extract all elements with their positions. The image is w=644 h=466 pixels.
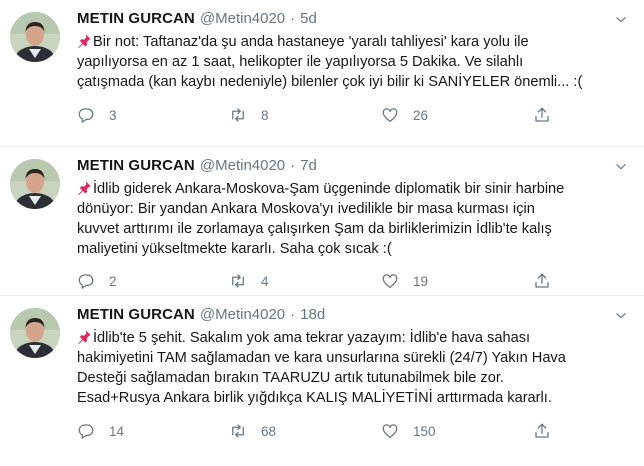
- pushpin-icon: [78, 330, 91, 344]
- tweet-text-line-content: Bir not: Taftanaz'da şu anda hastaneye '…: [93, 34, 529, 50]
- chevron-down-icon[interactable]: [614, 160, 628, 174]
- tweet[interactable]: METIN GURCAN @Metin4020 · 5d Bir not: Ta…: [0, 0, 644, 147]
- tweet-text-line-content: İdlib giderek Ankara-Moskova-Şam üçgenin…: [93, 181, 565, 197]
- tweet-text-line: yapılıyorsa en az 1 saat, helikopter ile…: [77, 54, 524, 70]
- tweet[interactable]: METIN GURCAN @Metin4020 · 7d İdlib gider…: [0, 147, 644, 296]
- share-icon: [535, 273, 549, 288]
- retweet-button[interactable]: 68: [229, 422, 381, 440]
- pushpin-icon: [78, 34, 91, 48]
- like-button[interactable]: 26: [381, 106, 533, 124]
- like-button[interactable]: 150: [381, 422, 533, 440]
- author-name[interactable]: METIN GURCAN: [77, 305, 195, 325]
- chevron-down-icon[interactable]: [614, 309, 628, 323]
- tweet-timestamp[interactable]: 7d: [300, 156, 317, 176]
- avatar[interactable]: [10, 159, 60, 209]
- reply-count: 3: [109, 107, 117, 123]
- tweet-text: İdlib giderek Ankara-Moskova-Şam üçgenin…: [77, 179, 630, 259]
- avatar[interactable]: [10, 308, 60, 358]
- author-handle[interactable]: @Metin4020: [200, 9, 285, 29]
- retweet-count: 8: [261, 107, 269, 123]
- tweet-text-line: çatışmada (kan kaybı nedeniyle) bilenler…: [77, 74, 583, 90]
- reply-icon: [78, 108, 94, 123]
- author-handle[interactable]: @Metin4020: [200, 305, 285, 325]
- like-count: 19: [413, 273, 429, 289]
- header-separator: ·: [290, 306, 296, 323]
- tweet-text-line: kuvvet arttırımı ile zorlamaya çalışırke…: [77, 221, 552, 237]
- reply-button[interactable]: 14: [77, 422, 229, 440]
- avatar-image: [10, 159, 60, 209]
- share-button[interactable]: [533, 422, 573, 440]
- reply-button[interactable]: 3: [77, 106, 229, 124]
- tweet-text-line: Bir not: Taftanaz'da şu anda hastaneye '…: [77, 32, 630, 52]
- avatar-image: [10, 308, 60, 358]
- retweet-button[interactable]: 4: [229, 272, 381, 290]
- tweet-text-line: İdlib giderek Ankara-Moskova-Şam üçgenin…: [77, 179, 630, 199]
- share-button[interactable]: [533, 272, 573, 290]
- reply-icon: [78, 424, 94, 439]
- author-name[interactable]: METIN GURCAN: [77, 156, 195, 176]
- share-icon: [535, 423, 549, 438]
- tweet-text-line: Esad+Rusya Ankara birlik yığdıkça KALIŞ …: [77, 390, 552, 406]
- tweet-header: METIN GURCAN @Metin4020 · 5d: [77, 9, 630, 29]
- tweet-timestamp[interactable]: 18d: [300, 305, 325, 325]
- tweet-text-line: hakimiyetini TAM sağlamadan ve kara unsu…: [77, 350, 566, 366]
- reply-button[interactable]: 2: [77, 272, 229, 290]
- header-separator: ·: [290, 157, 296, 174]
- pushpin-icon: [78, 181, 91, 195]
- tweet-actions: 3 8 26: [77, 106, 573, 124]
- reply-icon: [78, 274, 94, 289]
- retweet-count: 68: [261, 423, 277, 439]
- tweet-text-line: dönüyor: Bir yandan Ankara Moskova'yı iv…: [77, 201, 535, 217]
- avatar[interactable]: [10, 12, 60, 62]
- retweet-count: 4: [261, 273, 269, 289]
- share-icon: [535, 107, 549, 122]
- like-count: 26: [413, 107, 429, 123]
- author-handle[interactable]: @Metin4020: [200, 156, 285, 176]
- retweet-icon: [232, 424, 244, 438]
- tweet-text-line-content: İdlib'te 5 şehit. Sakalım yok ama tekrar…: [93, 330, 531, 346]
- share-button[interactable]: [533, 106, 573, 124]
- tweet-timestamp[interactable]: 5d: [300, 9, 317, 29]
- header-separator: ·: [290, 10, 296, 27]
- chevron-down-icon[interactable]: [614, 13, 628, 27]
- like-count: 150: [413, 423, 436, 439]
- like-icon: [382, 274, 398, 289]
- retweet-icon: [232, 274, 244, 288]
- tweet-content: METIN GURCAN @Metin4020 · 5d Bir not: Ta…: [77, 9, 630, 92]
- tweet-text-line: İdlib'te 5 şehit. Sakalım yok ama tekrar…: [77, 328, 630, 348]
- like-button[interactable]: 19: [381, 272, 533, 290]
- like-icon: [382, 108, 398, 123]
- tweet-text-line: maliyetini yükseltmekte kararlı. Saha ço…: [77, 241, 392, 257]
- tweet-content: METIN GURCAN @Metin4020 · 7d İdlib gider…: [77, 156, 630, 259]
- tweet-text: Bir not: Taftanaz'da şu anda hastaneye '…: [77, 32, 630, 92]
- like-icon: [382, 424, 398, 439]
- reply-count: 2: [109, 273, 117, 289]
- avatar-image: [10, 12, 60, 62]
- reply-count: 14: [109, 423, 125, 439]
- tweet-header: METIN GURCAN @Metin4020 · 7d: [77, 156, 630, 176]
- tweet-actions: 14 68 150: [77, 422, 573, 440]
- tweet[interactable]: METIN GURCAN @Metin4020 · 18d İdlib'te 5…: [0, 296, 644, 466]
- tweet-content: METIN GURCAN @Metin4020 · 18d İdlib'te 5…: [77, 305, 630, 408]
- retweet-icon: [232, 108, 244, 122]
- tweet-text: İdlib'te 5 şehit. Sakalım yok ama tekrar…: [77, 328, 630, 408]
- tweet-timeline: METIN GURCAN @Metin4020 · 5d Bir not: Ta…: [0, 0, 644, 466]
- tweet-header: METIN GURCAN @Metin4020 · 18d: [77, 305, 630, 325]
- tweet-text-line: Desteği sağlamadan bırakın TAARUZU artık…: [77, 370, 504, 386]
- author-name[interactable]: METIN GURCAN: [77, 9, 195, 29]
- retweet-button[interactable]: 8: [229, 106, 381, 124]
- tweet-actions: 2 4 19: [77, 272, 573, 290]
